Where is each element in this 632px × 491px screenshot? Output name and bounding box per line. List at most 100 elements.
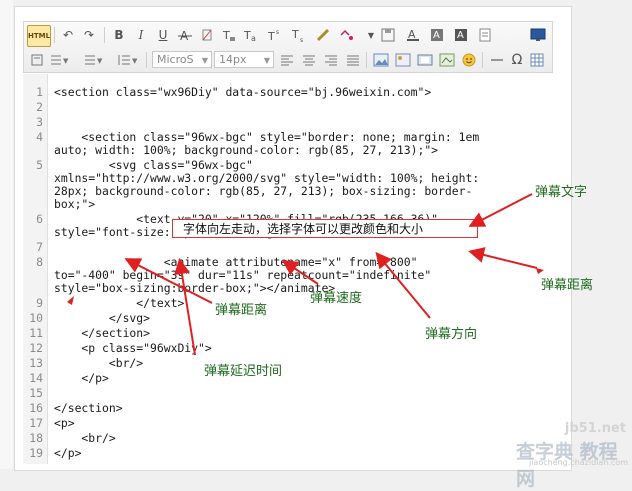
strikethrough-icon[interactable]: A (176, 25, 194, 45)
line-number: 6 (36, 212, 43, 226)
html-source-editor[interactable]: 1 <section class="wx96Diy" data-source="b… (23, 74, 551, 464)
code-line: 16 </section> (23, 402, 551, 415)
watermark-url: jiaocheng.chazidian.com (528, 458, 628, 467)
svg-text:a: a (251, 34, 256, 42)
page-edge (0, 0, 13, 469)
svg-text:T: T (268, 30, 275, 42)
select-all-icon[interactable] (338, 25, 356, 45)
paragraph-style-icon[interactable]: A (452, 25, 470, 45)
insert-video-icon[interactable] (416, 50, 434, 70)
code-text: </p> (54, 446, 82, 460)
code-text: </text> (54, 296, 185, 310)
code-line: 17 <p> (23, 417, 551, 430)
bold-icon[interactable]: B (110, 25, 128, 45)
code-line: 1 <section class="wx96Diy" data-source="b… (23, 86, 551, 99)
line-number: 16 (29, 401, 43, 415)
align-center-icon[interactable] (300, 50, 318, 70)
align-right-icon[interactable] (322, 50, 340, 70)
code-line: 19 </p> (23, 447, 551, 460)
line-number: 17 (29, 416, 43, 430)
chevron-down-icon: ▼ (263, 56, 270, 65)
toolbar-divider (366, 52, 367, 68)
code-line: 2 (23, 101, 551, 114)
align-left-icon[interactable] (278, 50, 296, 70)
code-line: 12 <p class="96wxDiy"> (23, 342, 551, 355)
format-icon[interactable]: Ta (242, 25, 260, 45)
insert-map-icon[interactable] (438, 50, 456, 70)
code-line: 7 (23, 241, 551, 254)
save-icon[interactable] (379, 25, 397, 45)
code-text: </section> (54, 401, 123, 415)
line-number: 5 (36, 158, 43, 172)
line-number: 13 (29, 356, 43, 370)
code-text: </svg> (54, 311, 151, 325)
horizontal-rule-icon[interactable] (488, 50, 506, 70)
code-text: <br/> (54, 431, 116, 445)
line-spacing-icon[interactable]: ▼ (84, 50, 104, 70)
code-line: 9 </text> (23, 297, 551, 310)
svg-text:▼: ▼ (97, 57, 103, 65)
undo-icon[interactable]: ↶ (59, 25, 77, 45)
line-number: 7 (36, 240, 43, 254)
redo-icon[interactable]: ↷ (80, 25, 98, 45)
insert-gallery-icon[interactable] (394, 50, 412, 70)
document-icon[interactable] (476, 25, 494, 45)
code-text: <p> (54, 416, 75, 430)
svg-text:T: T (244, 29, 251, 42)
paragraph-icon[interactable] (28, 50, 46, 70)
code-text: <animate attributename="x" from="800" to… (54, 255, 432, 295)
line-number: 10 (29, 311, 43, 325)
chevron-down-icon: ▼ (201, 56, 208, 65)
line-number: 15 (29, 386, 43, 400)
code-line: 8 <animate attributename="x" from="800" … (23, 256, 551, 295)
emoji-icon[interactable] (460, 50, 478, 70)
line-number: 8 (36, 255, 43, 269)
svg-text:T: T (292, 28, 299, 41)
toolbar-divider (146, 52, 147, 68)
subscript-icon[interactable]: Ts (290, 25, 308, 45)
svg-text:A: A (433, 30, 440, 41)
special-char-icon[interactable]: Ω (508, 50, 526, 70)
spacing-icon[interactable]: ▼ (50, 50, 70, 70)
svg-text:A: A (457, 30, 464, 41)
code-line: 4 <section class="96wx-bgc" style="borde… (23, 131, 551, 157)
code-text: <p class="96wxDiy"> (54, 341, 212, 355)
superscript-icon[interactable]: Ts (266, 25, 284, 45)
svg-text:s: s (300, 37, 303, 42)
justify-icon[interactable] (344, 50, 362, 70)
preview-icon[interactable] (529, 25, 547, 45)
svg-text:T: T (222, 29, 230, 42)
annotation-danmu-distance-right: 弹幕距离 (541, 278, 594, 293)
svg-text:▼: ▼ (63, 57, 69, 65)
code-text: <br/> (54, 356, 144, 370)
line-number: 2 (36, 100, 43, 114)
watermark-site: jb51.net (564, 421, 626, 436)
table-icon[interactable] (528, 50, 546, 70)
annotation-danmu-delay: 弹幕延迟时间 (204, 364, 283, 379)
font-color-icon[interactable]: A (404, 25, 422, 45)
code-text: <section class="wx96Diy" data-source="bj… (54, 85, 432, 99)
annotation-danmu-direction: 弹幕方向 (425, 327, 478, 342)
watermark: jb51.net 查字典 教程网 jiaocheng.chazidian.com (510, 417, 630, 490)
font-family-value: MicroS (157, 53, 194, 66)
font-size-select[interactable]: 14px ▼ (214, 51, 274, 68)
background-color-icon[interactable]: A (428, 25, 446, 45)
hint-box: 字体向左走动，选择字体可以更改颜色和大小 (172, 219, 478, 238)
line-number: 4 (36, 130, 43, 144)
html-source-button[interactable]: HTML (27, 25, 51, 47)
clear-format-icon[interactable] (198, 25, 216, 45)
insert-image-icon[interactable] (372, 50, 390, 70)
italic-icon[interactable]: I (132, 25, 150, 45)
line-height-icon[interactable]: ▼ (118, 50, 138, 70)
font-family-select[interactable]: MicroS ▼ (152, 51, 212, 68)
text-color-icon[interactable]: T (220, 25, 238, 45)
code-line: 5 <svg class="96wx-bgc" xmlns="http://ww… (23, 159, 551, 211)
paint-brush-icon[interactable] (314, 25, 332, 45)
line-number: 19 (29, 446, 43, 460)
code-line: 3 (23, 116, 551, 129)
dropdown-arrow-icon[interactable]: ▼ (362, 25, 380, 45)
code-text: </section> (54, 326, 151, 340)
svg-text:▼: ▼ (132, 57, 138, 65)
code-text: <section class="96wx-bgc" style="border:… (54, 130, 480, 157)
underline-icon[interactable]: U (154, 25, 172, 45)
